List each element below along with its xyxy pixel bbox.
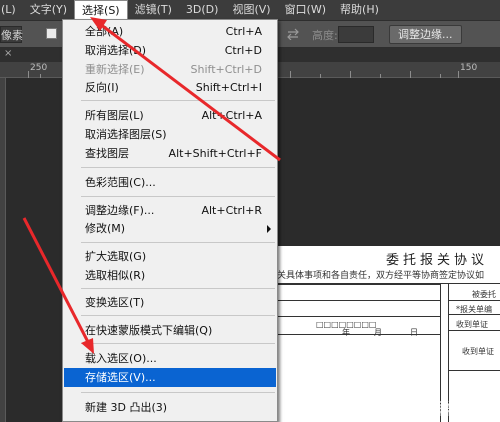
menu-item-deselect-layers[interactable]: 取消选择图层(S) <box>64 125 276 144</box>
height-field[interactable] <box>338 26 374 43</box>
menu-separator <box>81 288 275 289</box>
menu-item-new-3d-extrusion[interactable]: 新建 3D 凸出(3) <box>64 398 276 417</box>
height-label: 高度: <box>312 29 338 42</box>
menu-separator <box>81 167 275 168</box>
canvas-document[interactable]: 委托报关协议 关具体事项和各自责任，双方经平等协商签定协议如 被委托 *报关单编… <box>276 246 500 422</box>
table-rule <box>276 300 440 301</box>
menu-item-color-range[interactable]: 色彩范围(C)... <box>64 173 276 192</box>
menu-layer[interactable]: (L) <box>0 0 23 20</box>
menu-separator <box>81 196 275 197</box>
date-month: 月 <box>374 328 382 337</box>
feather-unit-label: 像素 <box>1 29 23 42</box>
ruler-label-250: 250 <box>30 63 48 73</box>
menu-window[interactable]: 窗口(W) <box>278 0 333 20</box>
ruler-tick <box>380 74 381 78</box>
refine-edge-button[interactable]: 调整边缘... <box>389 25 462 44</box>
menu-3d[interactable]: 3D(D) <box>179 0 226 20</box>
menu-item-all[interactable]: 全部(A) Ctrl+A <box>64 22 276 41</box>
ruler-tick <box>440 74 441 78</box>
cell-text: *报关单编 <box>456 305 492 314</box>
menu-type[interactable]: 文字(Y) <box>23 0 74 20</box>
ruler-tick <box>40 74 41 78</box>
ruler-tick <box>458 71 459 78</box>
menu-separator <box>81 343 275 344</box>
menu-item-inverse[interactable]: 反向(I) Shift+Ctrl+I <box>64 78 276 97</box>
table-rule <box>448 300 500 301</box>
menu-separator <box>81 242 275 243</box>
menu-item-grow[interactable]: 扩大选取(G) <box>64 247 276 266</box>
menu-item-find-layers[interactable]: 查找图层 Alt+Shift+Ctrl+F <box>64 144 276 163</box>
menu-item-save-selection[interactable]: 存储选区(V)... <box>64 368 276 387</box>
tab-close-icon[interactable]: × <box>4 48 12 59</box>
ruler-label-150: 150 <box>460 63 478 73</box>
menu-item-quick-mask[interactable]: 在快速蒙版模式下编辑(Q) <box>64 321 276 340</box>
swap-icon[interactable] <box>286 28 300 40</box>
menu-separator <box>81 315 275 316</box>
ruler-tick <box>410 71 411 78</box>
menu-item-refine-edge[interactable]: 调整边缘(F)... Alt+Ctrl+R <box>64 201 276 220</box>
menu-item-modify[interactable]: 修改(M) <box>64 219 276 238</box>
menu-item-deselect[interactable]: 取消选择(D) Ctrl+D <box>64 41 276 60</box>
menu-view[interactable]: 视图(V) <box>225 0 277 20</box>
menu-select[interactable]: 选择(S) <box>74 0 128 20</box>
table-rule <box>448 370 500 371</box>
menu-item-transform-selection[interactable]: 变换选区(T) <box>64 293 276 312</box>
submenu-arrow-icon <box>267 225 271 233</box>
document-title: 委托报关协议 <box>386 253 489 268</box>
menu-item-all-layers[interactable]: 所有图层(L) Alt+Ctrl+A <box>64 106 276 125</box>
menu-filter[interactable]: 滤镜(T) <box>128 0 179 20</box>
menu-item-similar[interactable]: 选取相似(R) <box>64 266 276 285</box>
menu-bar: (L) 文字(Y) 选择(S) 滤镜(T) 3D(D) 视图(V) 窗口(W) … <box>0 0 500 20</box>
ruler-tick <box>28 71 29 78</box>
table-rule <box>276 316 440 317</box>
table-rule <box>276 284 440 285</box>
table-rule <box>448 330 500 331</box>
cell-text: 被委托 <box>472 290 496 299</box>
baidu-watermark-url: jingyan.baidu.com <box>420 410 485 418</box>
antialias-checkbox[interactable] <box>46 28 57 39</box>
select-dropdown-menu: 全部(A) Ctrl+A 取消选择(D) Ctrl+D 重新选择(E) Shift+C… <box>62 19 278 422</box>
menu-separator <box>81 100 275 101</box>
cell-text: 收到单证 <box>462 347 494 356</box>
ruler-tick <box>350 71 351 78</box>
menu-help[interactable]: 帮助(H) <box>333 0 386 20</box>
date-day: 日 <box>410 328 418 337</box>
ruler-tick <box>320 74 321 78</box>
document-text-line: 关具体事项和各自责任，双方经平等协商签定协议如 <box>277 271 485 281</box>
ruler-tick <box>290 71 291 78</box>
menu-item-load-selection[interactable]: 载入选区(O)... <box>64 349 276 368</box>
menu-item-reselect: 重新选择(E) Shift+Ctrl+D <box>85 63 262 76</box>
menu-separator <box>81 392 275 393</box>
date-year: 年 <box>342 328 350 337</box>
vertical-ruler <box>0 78 6 422</box>
cell-text: 收到单证 <box>456 320 488 329</box>
